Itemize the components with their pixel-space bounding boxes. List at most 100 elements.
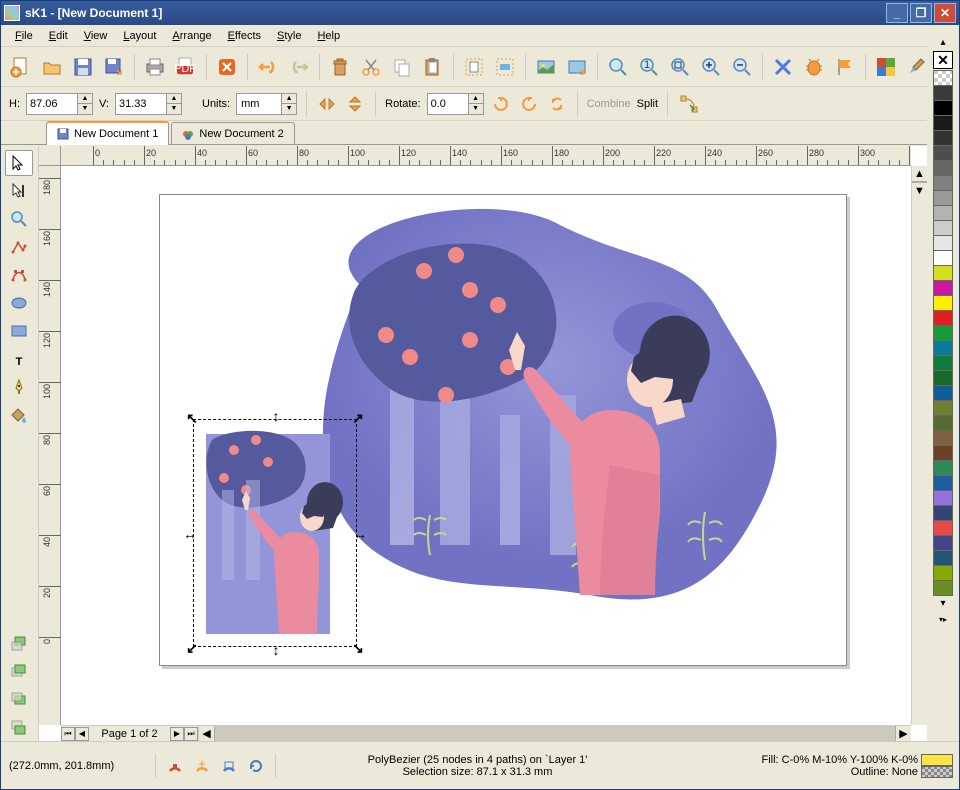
zoom-fit-button[interactable]	[666, 53, 694, 81]
close-doc-button[interactable]	[213, 53, 241, 81]
rectangle-tool[interactable]	[5, 318, 33, 344]
color-swatch[interactable]	[933, 145, 953, 161]
text-tool[interactable]: T	[5, 346, 33, 372]
no-fill-swatch[interactable]: ✕	[933, 51, 953, 69]
raise-button[interactable]	[5, 659, 33, 685]
menu-edit[interactable]: Edit	[41, 28, 76, 44]
ruler-origin[interactable]	[39, 146, 61, 166]
color-swatch[interactable]	[933, 520, 953, 536]
unit-spin-down[interactable]: ▼	[282, 104, 296, 114]
rotate-input[interactable]: 0.0	[427, 93, 469, 115]
menu-arrange[interactable]: Arrange	[164, 28, 219, 44]
refresh-button[interactable]	[244, 754, 267, 778]
snap-object-button[interactable]	[218, 754, 241, 778]
color-swatch[interactable]	[933, 250, 953, 266]
ellipse-tool[interactable]	[5, 290, 33, 316]
canvas[interactable]: ↖ ↕ ↗ ↔ ↔ ↙ ↕ ↘	[61, 166, 911, 725]
color-swatch[interactable]	[933, 175, 953, 191]
color-swatch[interactable]	[933, 190, 953, 206]
menu-effects[interactable]: Effects	[220, 28, 269, 44]
h-input[interactable]: 87.06	[26, 93, 78, 115]
pen-tool[interactable]	[5, 374, 33, 400]
minimize-button[interactable]: _	[886, 3, 908, 23]
rotate-cw-button[interactable]	[518, 93, 540, 115]
color-swatch[interactable]	[933, 460, 953, 476]
color-swatch[interactable]	[933, 550, 953, 566]
color-swatch[interactable]	[933, 505, 953, 521]
lower-bottom-button[interactable]	[5, 715, 33, 741]
color-swatch[interactable]	[933, 535, 953, 551]
zoom-tool[interactable]	[5, 206, 33, 232]
color-swatch[interactable]	[933, 355, 953, 371]
lower-button[interactable]	[5, 687, 33, 713]
rot-spin-down[interactable]: ▼	[469, 104, 483, 114]
color-swatch[interactable]	[933, 295, 953, 311]
color-swatch[interactable]	[933, 580, 953, 596]
color-swatch[interactable]	[933, 160, 953, 176]
split-button[interactable]: Split	[637, 98, 658, 110]
horizontal-scrollbar[interactable]: ◀ ▶	[199, 725, 911, 741]
rot-spin-up[interactable]: ▲	[469, 94, 483, 104]
color-swatch[interactable]	[933, 445, 953, 461]
copy-button[interactable]	[388, 53, 416, 81]
snap-guide-button[interactable]	[191, 754, 214, 778]
color-dialog-button[interactable]	[872, 53, 900, 81]
color-swatch[interactable]	[933, 265, 953, 281]
snap-grid-button[interactable]	[164, 754, 187, 778]
print-button[interactable]	[141, 53, 169, 81]
color-swatch[interactable]	[933, 235, 953, 251]
menu-view[interactable]: View	[76, 28, 116, 44]
menu-layout[interactable]: Layout	[115, 28, 164, 44]
rotate-ccw-button[interactable]	[490, 93, 512, 115]
node-edit-tool[interactable]	[5, 178, 33, 204]
convert-curve-button[interactable]	[677, 92, 701, 116]
paste-button[interactable]	[419, 53, 447, 81]
vertical-ruler[interactable]: 180160140120100806040200	[39, 166, 61, 725]
menu-file[interactable]: File	[7, 28, 41, 44]
color-swatch[interactable]	[933, 280, 953, 296]
color-swatch[interactable]	[933, 220, 953, 236]
color-swatch[interactable]	[933, 85, 953, 101]
v-spin-up[interactable]: ▲	[167, 94, 181, 104]
outline-swatch[interactable]	[921, 766, 953, 778]
bezier-tool[interactable]	[5, 262, 33, 288]
redo-button[interactable]	[285, 53, 313, 81]
fit-selection-button[interactable]	[491, 53, 519, 81]
selection-tool[interactable]	[5, 150, 33, 176]
v-input[interactable]: 31.33	[115, 93, 167, 115]
delete-button[interactable]	[326, 53, 354, 81]
export-pdf-button[interactable]: PDF	[172, 53, 200, 81]
fit-page-button[interactable]	[460, 53, 488, 81]
zoom-in-button[interactable]	[697, 53, 725, 81]
page-first-button[interactable]: ⏮	[61, 727, 75, 741]
units-select[interactable]: mm	[236, 93, 282, 115]
polyline-tool[interactable]	[5, 234, 33, 260]
fill-swatch[interactable]	[921, 754, 953, 766]
undo-button[interactable]	[254, 53, 282, 81]
zoom-100-button[interactable]: 1	[635, 53, 663, 81]
vertical-scrollbar[interactable]: ▲ ▼	[911, 166, 927, 725]
zoom-button[interactable]	[604, 53, 632, 81]
palette-scroll-down[interactable]: ▾	[933, 595, 953, 611]
color-swatch[interactable]	[933, 565, 953, 581]
menu-style[interactable]: Style	[269, 28, 309, 44]
document-tab[interactable]: New Document 1	[46, 121, 169, 145]
raise-top-button[interactable]	[5, 631, 33, 657]
color-swatch[interactable]	[933, 325, 953, 341]
color-swatch[interactable]	[933, 115, 953, 131]
flip-v-button[interactable]	[344, 93, 366, 115]
zoom-out-button[interactable]	[728, 53, 756, 81]
fill-tool[interactable]	[5, 402, 33, 428]
color-swatch[interactable]	[933, 400, 953, 416]
color-swatch[interactable]	[933, 430, 953, 446]
color-swatch[interactable]	[933, 205, 953, 221]
color-swatch[interactable]	[933, 490, 953, 506]
h-spin-down[interactable]: ▼	[78, 104, 92, 114]
palette-menu-button[interactable]: ▾▸	[933, 611, 953, 627]
cut-button[interactable]	[357, 53, 385, 81]
save-button[interactable]	[69, 53, 97, 81]
color-swatch[interactable]	[933, 310, 953, 326]
flag-button[interactable]	[831, 53, 859, 81]
unit-spin-up[interactable]: ▲	[282, 94, 296, 104]
horizontal-ruler[interactable]: 0204060801001201401601802002202402602803…	[61, 146, 911, 166]
